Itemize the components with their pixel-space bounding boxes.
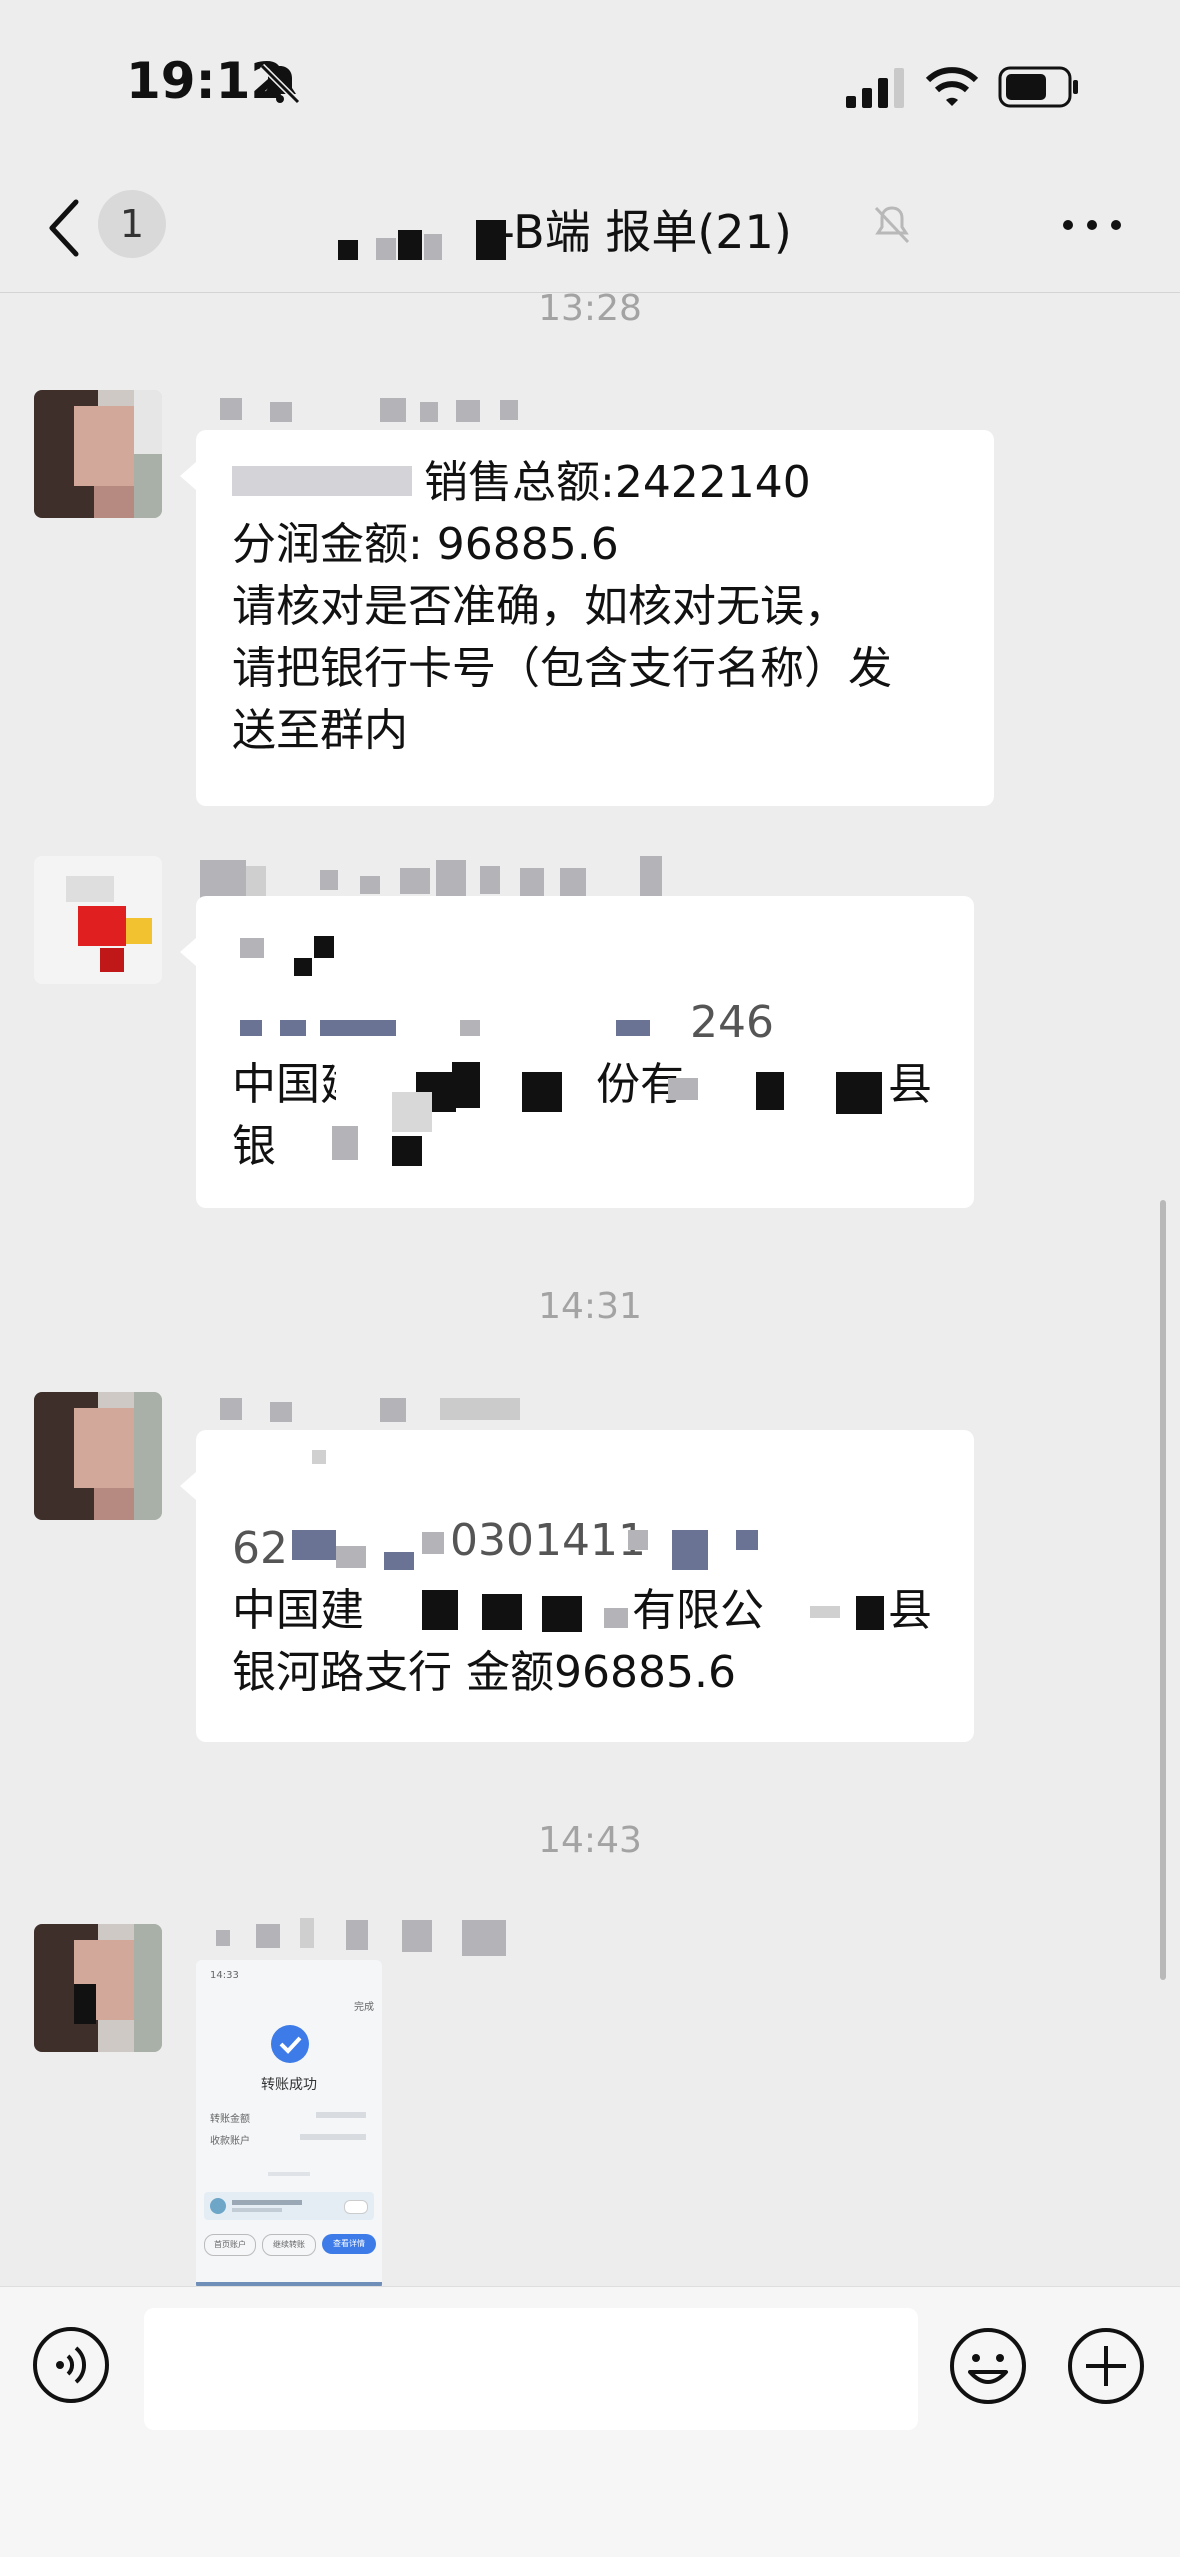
image-done: 完成 [354,2002,374,2013]
message-line: 送至群内 [232,705,408,756]
image-time: 14:33 [210,1970,239,1981]
image-divider [268,2172,310,2176]
message-bubble[interactable]: 246 中国建设 份有 县 银 [196,896,974,1208]
message-bubble[interactable]: 销售总额:2422140 分润金额: 96885.6 请核对是否准确，如核对无误… [196,430,994,806]
sender-name-redacted [216,1916,536,1956]
signal-icon [846,68,904,108]
image-row-value [300,2134,366,2140]
sender-name-redacted [200,856,670,900]
avatar[interactable] [34,1924,162,2052]
image-title: 转账成功 [261,2077,317,2093]
plus-icon[interactable] [1066,2326,1146,2406]
message-line: 销售总额:2422140 [424,457,811,508]
sender-name-redacted [220,398,520,424]
mute-bell-icon [874,206,910,244]
message-line: 银 [232,1121,276,1172]
message-line: 246 [690,997,774,1048]
more-icon[interactable] [1060,210,1124,240]
image-row-label: 转账金额 [210,2114,250,2125]
image-row-label: 收款账户 [210,2136,250,2147]
message-line: 分润金额: 96885.6 [232,519,619,570]
message-line: 中国建 [232,1585,364,1636]
image-button: 查看详情 [322,2234,376,2254]
message-bubble[interactable]: 62 0301411 中国建 有限公 县 银河路支行 金额96885.6 [196,1430,974,1742]
chat-title: -B端 报单(21) [498,205,792,259]
bubble-tail [180,462,196,490]
image-banner [204,2192,374,2220]
check-circle-icon [271,2025,309,2063]
message-line: 请核对是否准确，如核对无误， [232,581,848,632]
bubble-tail [180,938,196,966]
message-line: 银河路支行 金额96885.6 [232,1647,736,1698]
bell-off-icon [259,63,301,105]
avatar[interactable] [34,390,162,518]
avatar[interactable] [34,1392,162,1520]
timestamp: 14:31 [538,1286,642,1327]
bubble-tail [180,1472,196,1500]
emoji-icon[interactable] [948,2326,1028,2406]
sender-name-redacted [220,1398,520,1424]
message-line: 县 [888,1059,932,1110]
image-row-value [316,2112,366,2118]
timestamp: 13:28 [538,288,642,329]
message-line: 0301411 [450,1515,646,1566]
message-line: 有限公 [632,1585,764,1636]
image-button: 继续转账 [262,2234,316,2256]
avatar[interactable] [34,856,162,984]
scrollbar[interactable] [1160,1200,1166,1980]
wifi-icon [925,67,979,106]
message-line: 请把银行卡号（包含支行名称）发 [232,643,892,694]
timestamp: 14:43 [538,1820,642,1861]
transfer-success-image[interactable]: 14:33 完成 转账成功 转账金额 收款账户 首页账户 继续转账 查看详情 [196,1960,382,2290]
message-line: 62 [232,1523,288,1574]
message-input[interactable] [144,2308,918,2430]
battery-icon [998,66,1078,108]
message-line: 县 [888,1585,932,1636]
image-button: 首页账户 [204,2234,256,2256]
voice-icon[interactable] [32,2326,110,2404]
